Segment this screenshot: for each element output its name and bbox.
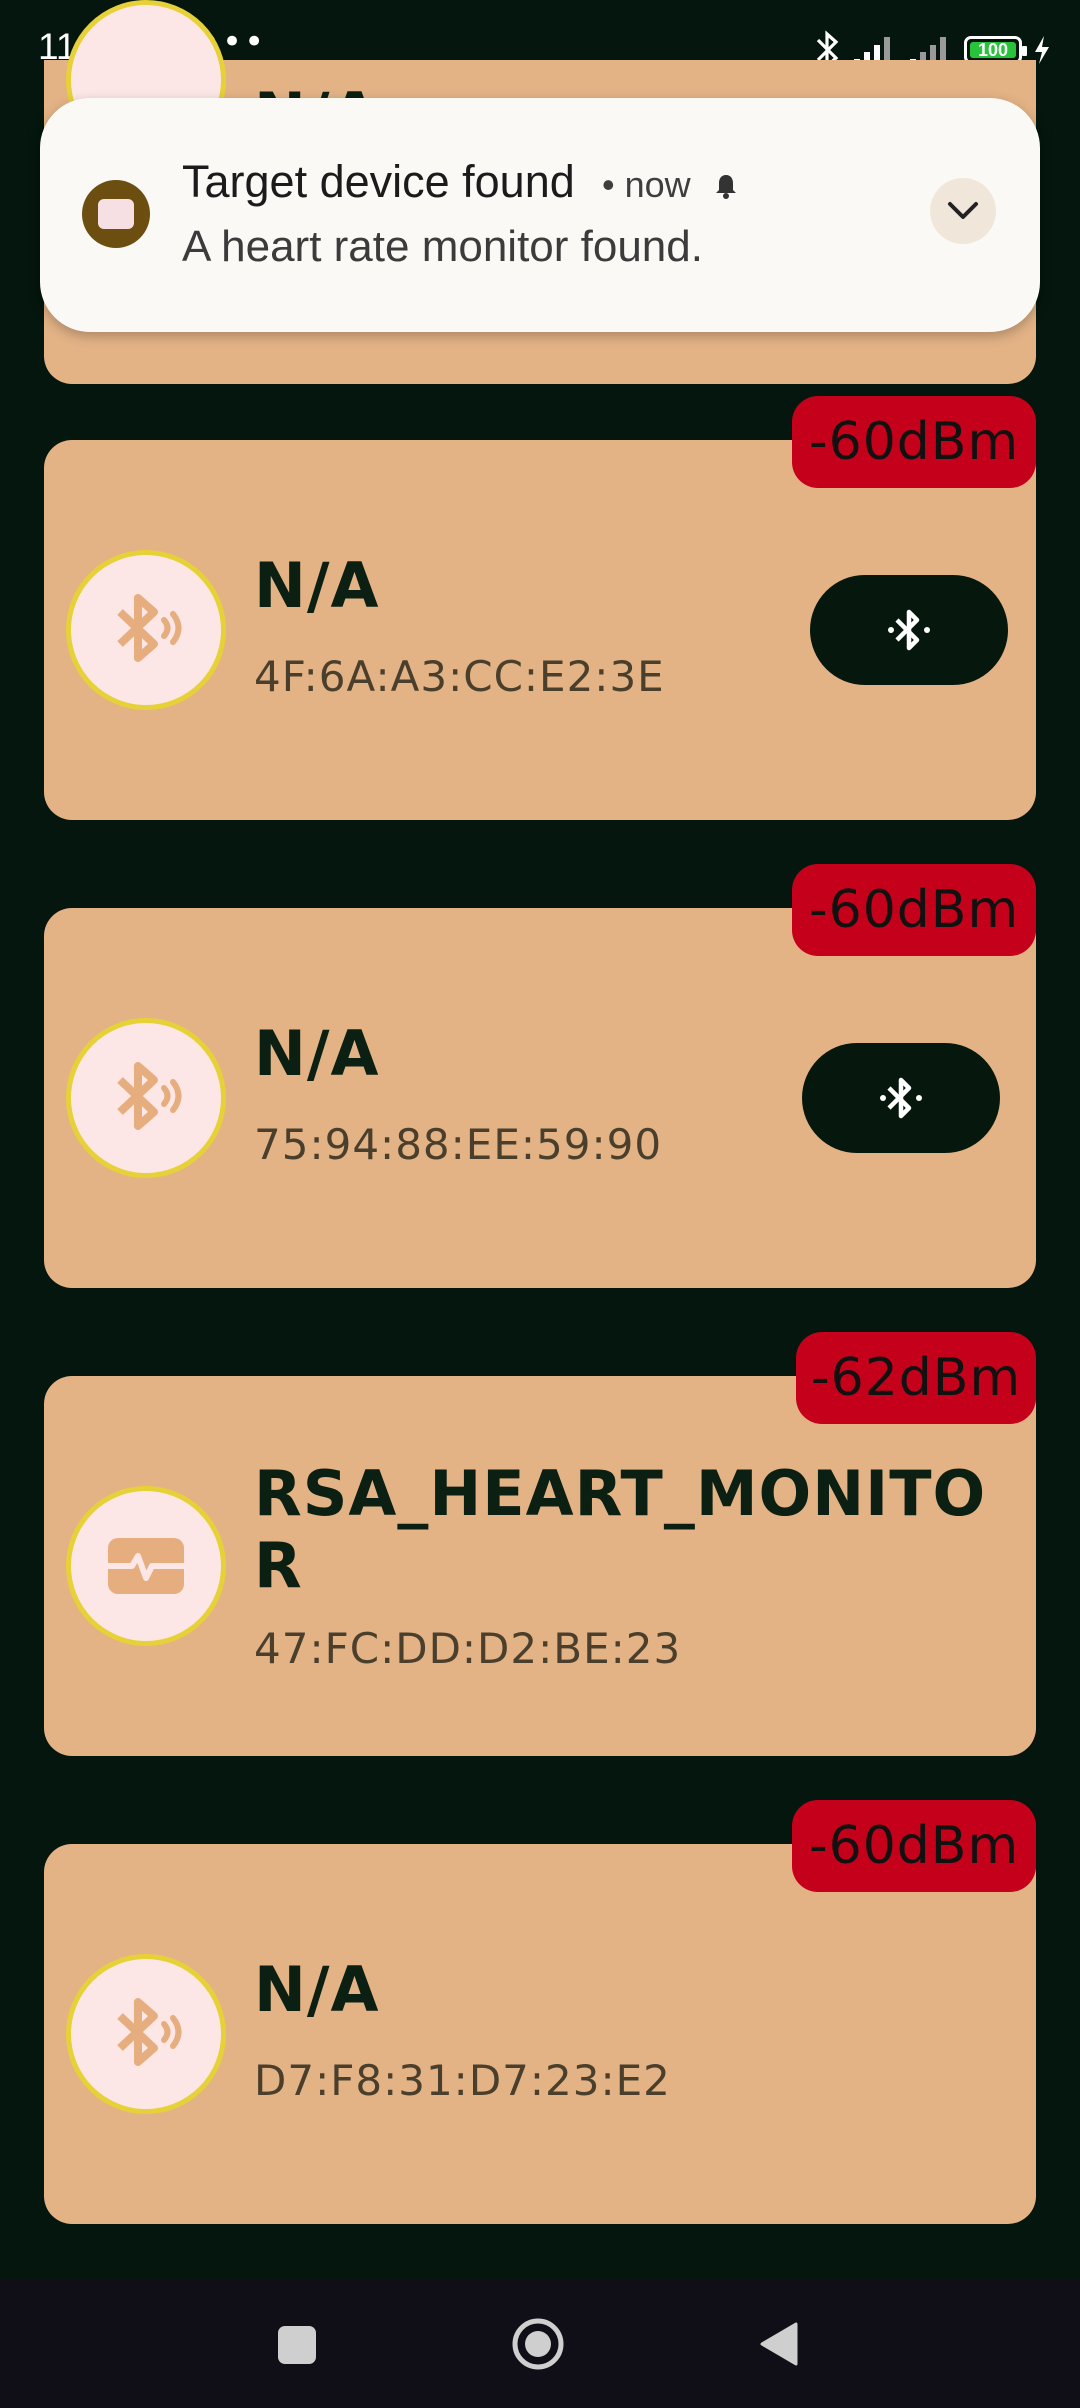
connect-button[interactable] <box>802 1043 1000 1153</box>
notification-banner[interactable]: Target device found • now A heart rate m… <box>40 98 1040 332</box>
device-address: 47:FC:DD:D2:BE:23 <box>254 1624 682 1673</box>
expand-notification-button[interactable] <box>930 178 996 244</box>
device-card[interactable]: N/A D7:F8:31:D7:23:E2 <box>44 1844 1036 2224</box>
app-icon <box>82 180 150 248</box>
rssi-badge: -60dBm <box>792 396 1036 488</box>
device-address: 75:94:88:EE:59:90 <box>254 1120 663 1169</box>
rssi-badge: -62dBm <box>796 1332 1036 1424</box>
device-card[interactable]: RSA_HEART_MONITOR 47:FC:DD:D2:BE:23 <box>44 1376 1036 1756</box>
device-card[interactable]: N/A 4F:6A:A3:CC:E2:3E <box>44 440 1036 820</box>
device-avatar <box>66 550 226 710</box>
battery-level: 100 <box>970 41 1016 59</box>
bluetooth-connect-icon <box>880 1077 922 1119</box>
bell-icon <box>715 175 736 199</box>
bluetooth-audio-icon <box>117 594 182 662</box>
device-name: RSA_HEART_MONITOR <box>254 1457 987 1602</box>
back-button[interactable] <box>758 2320 800 2368</box>
bluetooth-audio-icon <box>117 1062 182 1130</box>
bluetooth-connect-icon <box>888 609 930 651</box>
notification-time: • now <box>602 164 741 206</box>
device-avatar <box>66 1018 226 1178</box>
device-address: 4F:6A:A3:CC:E2:3E <box>254 652 665 701</box>
notification-title: Target device found <box>182 156 575 207</box>
device-avatar <box>66 1486 226 1646</box>
navigation-bar <box>0 2280 1080 2408</box>
device-avatar <box>66 1954 226 2114</box>
device-address: D7:F8:31:D7:23:E2 <box>254 2056 671 2105</box>
heart-monitor-icon <box>108 1538 184 1594</box>
connect-button[interactable] <box>810 575 1008 685</box>
chevron-down-icon <box>948 202 978 219</box>
device-card[interactable]: N/A 75:94:88:EE:59:90 <box>44 908 1036 1288</box>
notification-body: A heart rate monitor found. <box>182 222 703 271</box>
rssi-badge: -60dBm <box>792 864 1036 956</box>
home-button[interactable] <box>510 2316 566 2372</box>
recents-button[interactable] <box>278 2326 316 2364</box>
device-name: N/A <box>254 1953 380 2026</box>
rssi-badge: -60dBm <box>792 1800 1036 1892</box>
bluetooth-audio-icon <box>117 1998 182 2066</box>
